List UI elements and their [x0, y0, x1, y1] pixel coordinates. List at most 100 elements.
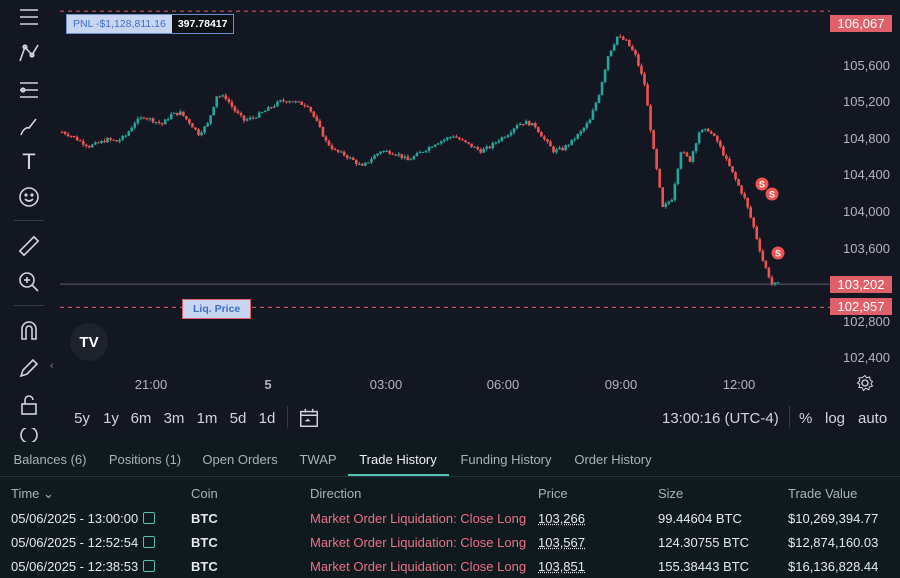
- candle-body: [552, 146, 555, 152]
- tab-balances[interactable]: Balances (6): [14, 452, 87, 467]
- y-tick-label: 105,600: [830, 58, 890, 73]
- date-range-icon[interactable]: [298, 407, 320, 429]
- candle-body: [522, 124, 525, 125]
- crosshair-menu-icon[interactable]: [16, 4, 42, 30]
- candle-body: [388, 151, 391, 154]
- external-link-icon[interactable]: [143, 560, 155, 572]
- table-row-price[interactable]: 103,567: [538, 535, 585, 550]
- x-tick-label: 09:00: [605, 377, 638, 392]
- emoji-icon[interactable]: [16, 184, 42, 210]
- candle-body: [704, 129, 707, 130]
- candle-body: [725, 156, 728, 159]
- candle-body: [734, 172, 737, 179]
- brush-icon[interactable]: [16, 114, 42, 140]
- candle-body: [291, 101, 294, 102]
- column-header-trade-value: Trade Value: [788, 486, 857, 501]
- candle-body: [203, 126, 206, 132]
- candle-body: [79, 140, 82, 141]
- candle-body: [701, 130, 704, 133]
- magnet-icon[interactable]: [16, 318, 42, 344]
- candle-body: [106, 138, 109, 142]
- candle-body: [294, 101, 297, 102]
- tradingview-logo[interactable]: TV: [70, 323, 108, 361]
- candle-body: [134, 123, 137, 128]
- candle-body: [103, 141, 106, 142]
- candle-body: [680, 152, 683, 168]
- candle-body: [625, 40, 628, 41]
- column-header-direction: Direction: [310, 486, 361, 501]
- range-3m[interactable]: 3m: [164, 410, 185, 427]
- ruler-icon[interactable]: [16, 233, 42, 259]
- range-1d[interactable]: 1d: [259, 410, 276, 427]
- external-link-icon[interactable]: [143, 512, 155, 524]
- candle-body: [109, 138, 112, 140]
- candle-body: [121, 136, 124, 140]
- tab-trade-history[interactable]: Trade History: [359, 452, 437, 467]
- table-row-time: 05/06/2025 - 12:38:53: [11, 559, 155, 574]
- price-chart[interactable]: SSS: [0, 0, 900, 442]
- candle-body: [237, 111, 240, 113]
- range-6m[interactable]: 6m: [131, 410, 152, 427]
- trend-line-icon[interactable]: [16, 40, 42, 66]
- candle-body: [604, 70, 607, 82]
- fib-retracement-icon[interactable]: [16, 77, 42, 103]
- candle-body: [425, 151, 428, 152]
- candle-body: [267, 107, 270, 111]
- candle-body: [391, 154, 394, 155]
- column-header-time[interactable]: Time ⌄: [11, 486, 54, 502]
- chart-area[interactable]: SSS T: [0, 0, 900, 442]
- candle-body: [485, 147, 488, 149]
- pencil-lock-icon[interactable]: [16, 355, 42, 381]
- x-tick-label: 21:00: [135, 377, 168, 392]
- candle-body: [419, 152, 422, 153]
- chart-clock[interactable]: 13:00:16 (UTC-4): [662, 410, 779, 427]
- candle-body: [319, 121, 322, 127]
- log-scale-toggle[interactable]: log: [825, 410, 845, 427]
- table-row-price[interactable]: 103,266: [538, 511, 585, 526]
- candle-body: [182, 112, 185, 116]
- table-row-price[interactable]: 103,851: [538, 559, 585, 574]
- candle-body: [473, 147, 476, 148]
- tab-positions[interactable]: Positions (1): [109, 452, 181, 467]
- external-link-icon[interactable]: [143, 536, 155, 548]
- candle-body: [185, 116, 188, 119]
- candle-body: [537, 127, 540, 132]
- auto-scale-toggle[interactable]: auto: [858, 410, 887, 427]
- candle-body: [61, 132, 64, 133]
- candle-body: [191, 123, 194, 127]
- candle-body: [652, 130, 655, 149]
- percent-scale-toggle[interactable]: %: [799, 410, 812, 427]
- table-row-direction: Market Order Liquidation: Close Long: [310, 511, 526, 526]
- tab-order-history[interactable]: Order History: [574, 452, 651, 467]
- candle-body: [558, 148, 561, 149]
- candle-body: [664, 204, 667, 207]
- candle-body: [410, 159, 413, 160]
- candle-body: [722, 147, 725, 156]
- candle-body: [413, 156, 416, 159]
- table-row-coin: BTC: [191, 535, 218, 550]
- candle-body: [258, 113, 261, 118]
- collapse-arrow-icon[interactable]: ‹: [50, 360, 54, 372]
- candle-body: [434, 145, 437, 147]
- x-tick-label: 06:00: [487, 377, 520, 392]
- candle-body: [91, 145, 94, 148]
- candle-body: [379, 152, 382, 154]
- text-tool-icon[interactable]: T: [16, 149, 42, 175]
- candle-body: [115, 140, 118, 141]
- candle-body: [407, 157, 410, 161]
- candle-body: [303, 105, 306, 106]
- range-5y[interactable]: 5y: [74, 410, 90, 427]
- table-row-time: 05/06/2025 - 12:52:54: [11, 535, 155, 550]
- range-5d[interactable]: 5d: [230, 410, 247, 427]
- tab-funding-history[interactable]: Funding History: [460, 452, 551, 467]
- tab-open-orders[interactable]: Open Orders: [202, 452, 277, 467]
- candle-body: [683, 152, 686, 153]
- tab-twap[interactable]: TWAP: [299, 452, 336, 467]
- settings-gear-icon[interactable]: [856, 374, 874, 392]
- range-1y[interactable]: 1y: [103, 410, 119, 427]
- candle-body: [646, 85, 649, 106]
- candle-body: [570, 140, 573, 145]
- candle-body: [176, 113, 179, 115]
- range-1m[interactable]: 1m: [197, 410, 218, 427]
- zoom-in-icon[interactable]: [16, 269, 42, 295]
